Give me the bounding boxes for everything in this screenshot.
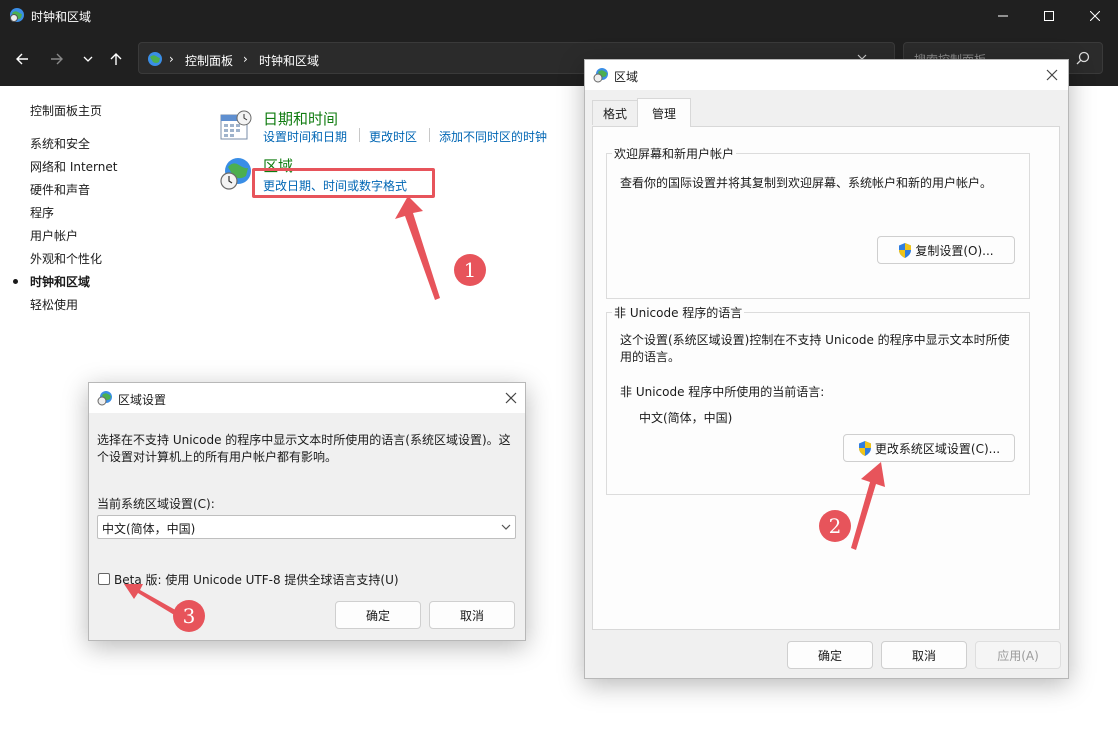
step-badge-2: 2 — [819, 510, 851, 542]
window-titlebar: 时钟和区域 — [0, 0, 1118, 32]
locale-settings-dialog: 区域设置 选择在不支持 Unicode 的程序中显示文本时所使用的语言(系统区域… — [88, 382, 526, 641]
link-change-formats[interactable]: 更改日期、时间或数字格式 — [263, 177, 407, 194]
utf8-beta-checkbox[interactable] — [98, 573, 110, 585]
sidebar-item-user-accounts[interactable]: 用户帐户 — [30, 227, 78, 244]
sidebar-item-hardware-sound[interactable]: 硬件和声音 — [30, 181, 90, 198]
tab-administrative[interactable]: 管理 — [637, 98, 691, 127]
step-badge-3: 3 — [173, 600, 205, 632]
breadcrumb-control-panel[interactable]: 控制面板 — [185, 52, 233, 69]
active-item-bullet — [13, 279, 18, 284]
copy-settings-label: 复制设置(O)... — [915, 243, 994, 258]
system-locale-select[interactable]: 中文(简体，中国) — [97, 515, 516, 539]
up-button[interactable] — [102, 45, 130, 73]
region-dialog: 区域 格式 管理 欢迎屏幕和新用户帐户 查看你的国际设置并将其复制到欢迎屏幕、系… — [584, 59, 1069, 679]
uac-shield-icon — [858, 440, 872, 456]
sidebar-item-clock-region[interactable]: 时钟和区域 — [30, 273, 90, 290]
unicode-text-line2: 用的语言。 — [620, 350, 681, 364]
step-badge-1: 1 — [454, 254, 486, 286]
globe-clock-icon — [9, 7, 25, 23]
sidebar-item-home[interactable]: 控制面板主页 — [30, 102, 102, 119]
link-set-time-date[interactable]: 设置时间和日期 — [263, 128, 347, 145]
dialog-title: 区域 — [614, 70, 639, 84]
close-icon[interactable] — [1046, 69, 1058, 81]
control-panel-icon — [147, 51, 163, 67]
maximize-button[interactable] — [1026, 0, 1072, 32]
change-system-locale-label: 更改系统区域设置(C)... — [874, 441, 1001, 456]
region-ok-button[interactable]: 确定 — [787, 641, 873, 669]
calendar-clock-icon — [220, 110, 252, 140]
dialog-titlebar: 区域 — [585, 60, 1068, 90]
globe-clock-icon — [97, 390, 113, 406]
datetime-category-title[interactable]: 日期和时间 — [263, 108, 338, 129]
current-locale-label: 当前系统区域设置(C): — [97, 497, 215, 511]
uac-shield-icon — [898, 242, 912, 258]
close-icon[interactable] — [505, 392, 517, 404]
window-title: 时钟和区域 — [31, 10, 92, 24]
back-button[interactable] — [8, 45, 36, 73]
dialog-title: 区域设置 — [118, 393, 167, 407]
locale-description-line2: 个设置对计算机上的所有用户帐户都有影响。 — [97, 450, 338, 464]
breadcrumb-separator-icon: › — [169, 52, 174, 66]
copy-settings-button[interactable]: 复制设置(O)... — [877, 236, 1015, 264]
search-icon[interactable] — [1076, 51, 1090, 65]
breadcrumb-separator-icon: › — [243, 52, 248, 66]
region-cancel-button[interactable]: 取消 — [881, 641, 967, 669]
utf8-beta-label[interactable]: Beta 版: 使用 Unicode UTF-8 提供全球语言支持(U) — [114, 571, 399, 588]
unicode-text-line1: 这个设置(系统区域设置)控制在不支持 Unicode 的程序中显示文本时所使 — [620, 333, 1010, 347]
tab-panel: 欢迎屏幕和新用户帐户 查看你的国际设置并将其复制到欢迎屏幕、系统帐户和新的用户帐… — [592, 126, 1060, 630]
region-apply-button[interactable]: 应用(A) — [975, 641, 1061, 669]
dialog-titlebar: 区域设置 — [89, 383, 525, 413]
tab-formats[interactable]: 格式 — [592, 100, 638, 125]
unicode-group-legend: 非 Unicode 程序的语言 — [612, 304, 745, 321]
recent-locations-chevron-icon[interactable] — [74, 45, 102, 73]
change-system-locale-button[interactable]: 更改系统区域设置(C)... — [843, 434, 1015, 462]
breadcrumb-clock-region[interactable]: 时钟和区域 — [259, 52, 319, 69]
sidebar-item-ease-of-access[interactable]: 轻松使用 — [30, 296, 78, 313]
locale-ok-button[interactable]: 确定 — [335, 601, 421, 629]
link-change-timezone[interactable]: 更改时区 — [369, 128, 417, 145]
link-add-clocks[interactable]: 添加不同时区的时钟 — [439, 128, 547, 145]
link-divider — [359, 128, 360, 142]
sidebar-item-programs[interactable]: 程序 — [30, 204, 54, 221]
globe-clock-icon — [219, 157, 253, 191]
sidebar-item-network[interactable]: 网络和 Internet — [30, 158, 117, 175]
locale-cancel-button[interactable]: 取消 — [429, 601, 515, 629]
minimize-button[interactable] — [980, 0, 1026, 32]
system-locale-value: 中文(简体，中国) — [102, 522, 196, 536]
sidebar-item-system-security[interactable]: 系统和安全 — [30, 135, 90, 152]
locale-description-line1: 选择在不支持 Unicode 的程序中显示文本时所使用的语言(系统区域设置)。这 — [97, 433, 511, 447]
welcome-group-text: 查看你的国际设置并将其复制到欢迎屏幕、系统帐户和新的用户帐户。 — [620, 176, 993, 190]
sidebar-item-appearance[interactable]: 外观和个性化 — [30, 250, 102, 267]
current-language-value: 中文(简体，中国) — [639, 411, 733, 425]
current-language-label: 非 Unicode 程序中所使用的当前语言: — [620, 385, 825, 399]
forward-button[interactable] — [43, 45, 71, 73]
welcome-group-legend: 欢迎屏幕和新用户帐户 — [612, 145, 737, 162]
chevron-down-icon — [501, 523, 511, 531]
globe-clock-icon — [593, 67, 609, 83]
link-divider — [429, 128, 430, 142]
close-button[interactable] — [1072, 0, 1118, 32]
